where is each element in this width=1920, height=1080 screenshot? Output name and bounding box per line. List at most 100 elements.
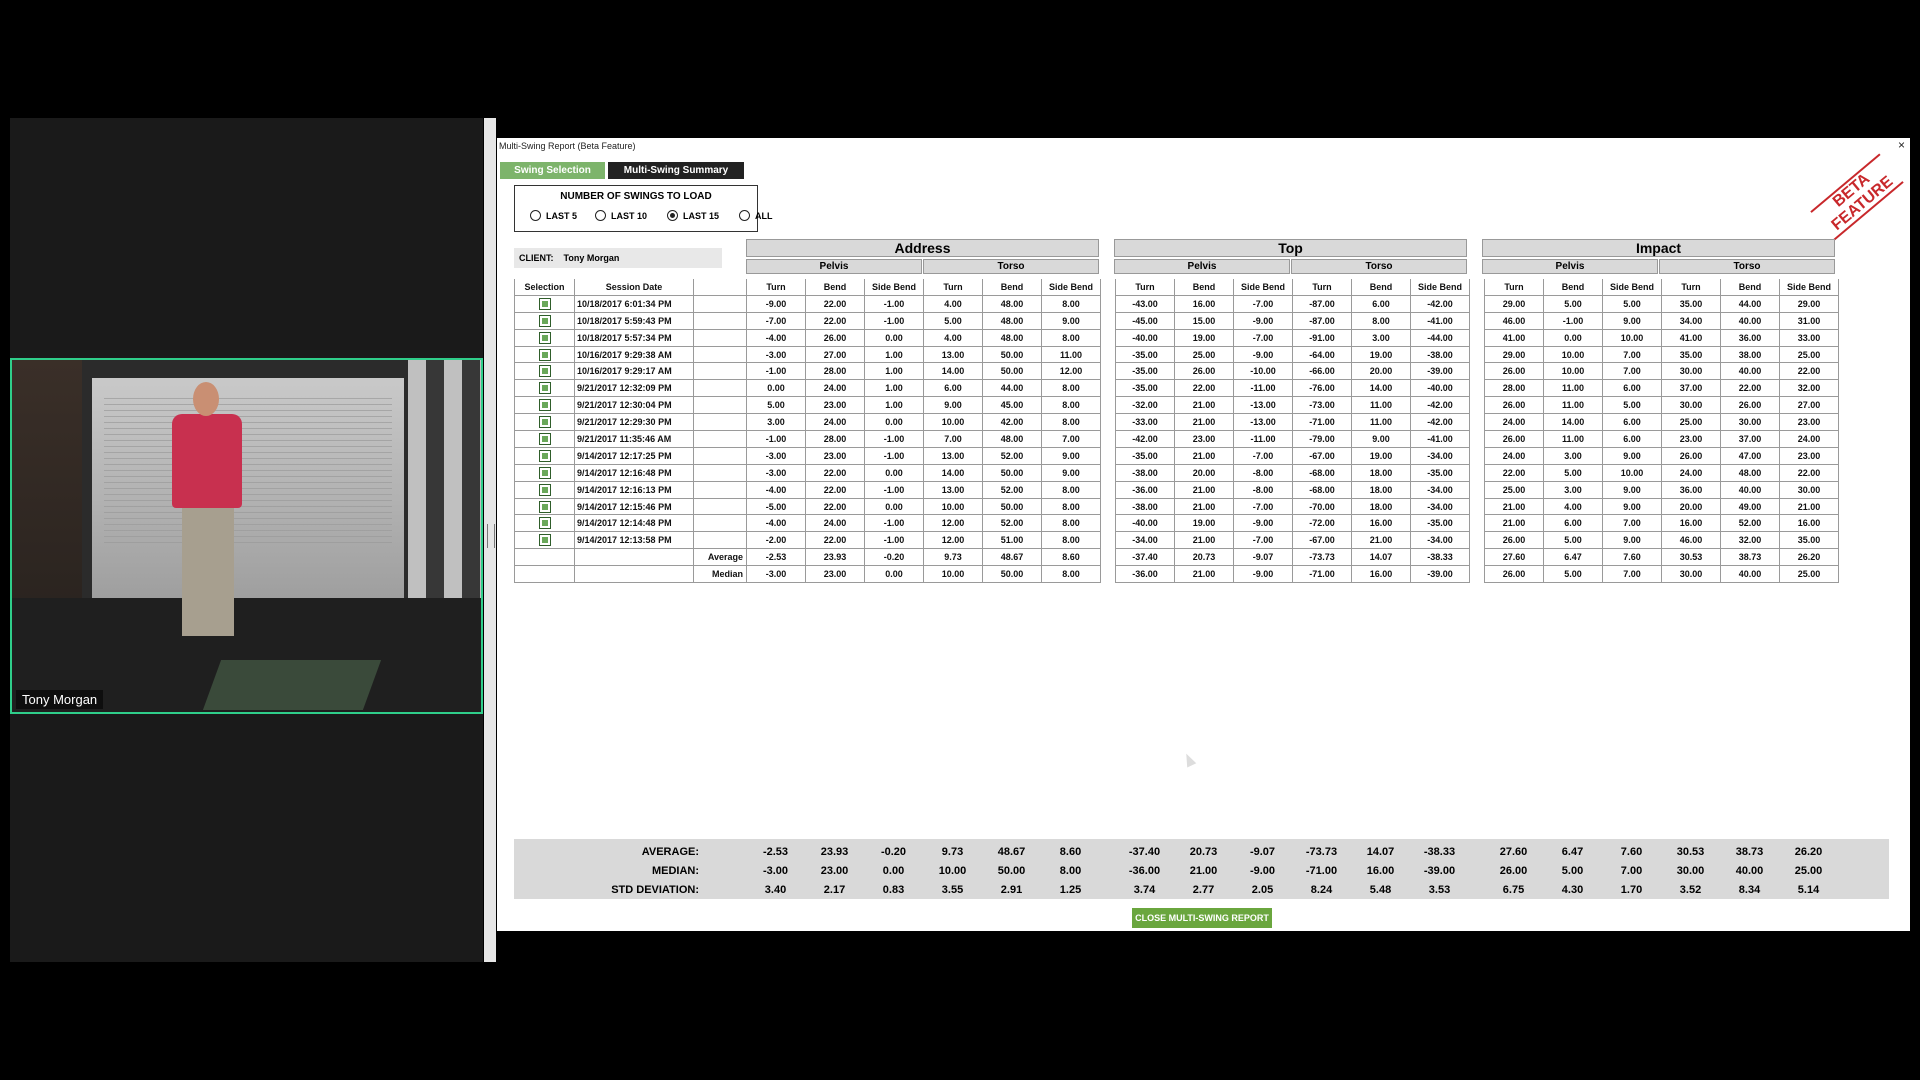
selection-cell[interactable] (514, 294, 575, 313)
summary-label: AVERAGE: (641, 846, 699, 858)
metric-value-cell: 14.00 (923, 463, 983, 482)
session-date-cell: 9/14/2017 12:13:58 PM (574, 531, 694, 550)
selection-cell[interactable] (514, 480, 575, 499)
checkbox-checked-icon[interactable] (538, 432, 551, 445)
metric-value-cell: 29.00 (1779, 294, 1839, 313)
checkbox-checked-icon[interactable] (538, 331, 551, 344)
metric-value-cell: 48.00 (982, 311, 1042, 330)
metric-value-cell: -2.00 (746, 531, 806, 550)
table-row: 9/14/2017 12:16:48 PM -3.00 22.00 0.00 14.00… (514, 463, 1839, 482)
metric-value-cell: -68.00 (1292, 480, 1352, 499)
metric-value-cell: -34.00 (1115, 531, 1175, 550)
metric-value-cell: -45.00 (1115, 311, 1175, 330)
metric-value-cell: 5.00 (1602, 396, 1662, 415)
selection-cell[interactable] (514, 396, 575, 415)
stat-value-cell: -39.00 (1410, 565, 1470, 584)
checkbox-checked-icon[interactable] (538, 365, 551, 378)
metric-value-cell: 41.00 (1484, 328, 1544, 347)
checkbox-checked-icon[interactable] (538, 500, 551, 513)
close-icon[interactable]: × (1898, 138, 1905, 152)
selection-cell[interactable] (514, 430, 575, 448)
checkbox-checked-icon[interactable] (538, 517, 551, 530)
stat-value-cell: 14.07 (1351, 548, 1411, 567)
selection-cell[interactable] (514, 311, 575, 330)
table-row: 9/21/2017 12:32:09 PM 0.00 24.00 1.00 6.00 44… (514, 379, 1839, 398)
checkbox-checked-icon[interactable] (538, 399, 551, 412)
metric-value-cell: 7.00 (1602, 345, 1662, 364)
metric-value-cell: -7.00 (1233, 328, 1293, 347)
metric-value-cell: -33.00 (1115, 413, 1175, 432)
metric-value-cell: 21.00 (1779, 497, 1839, 516)
summary-value: -36.00 (1128, 865, 1161, 877)
selection-cell[interactable] (514, 446, 575, 465)
table-row: 9/21/2017 12:29:30 PM 3.00 24.00 0.00 10.00 4… (514, 413, 1839, 432)
header-metric: Bend (1351, 279, 1411, 296)
divider-grip-icon[interactable] (487, 524, 495, 548)
close-multi-swing-report-button[interactable]: CLOSE MULTI-SWING REPORT (1132, 908, 1272, 928)
column-gap (1100, 295, 1116, 313)
metric-value-cell: 23.00 (1779, 446, 1839, 465)
stat-label-cell (693, 396, 747, 415)
column-gap (1469, 362, 1485, 380)
metric-value-cell: -1.00 (864, 294, 924, 313)
metric-value-cell: 4.00 (923, 328, 983, 347)
summary-value: -0.20 (880, 846, 907, 858)
selection-cell[interactable] (514, 463, 575, 482)
selection-cell[interactable] (514, 345, 575, 364)
metric-value-cell: -40.00 (1410, 379, 1470, 398)
metric-value-cell: 24.00 (805, 413, 865, 432)
checkbox-checked-icon[interactable] (538, 416, 551, 429)
metric-value-cell: 0.00 (864, 497, 924, 516)
metric-value-cell: 11.00 (1351, 396, 1411, 415)
checkbox-checked-icon[interactable] (538, 449, 551, 462)
selection-cell[interactable] (514, 531, 575, 550)
selection-cell[interactable] (514, 497, 575, 516)
column-gap (1100, 396, 1116, 414)
checkbox-checked-icon[interactable] (538, 382, 551, 395)
segment-header-impact-pelvis: Pelvis (1482, 259, 1658, 274)
metric-value-cell: 9.00 (1602, 446, 1662, 465)
checkbox-checked-icon[interactable] (538, 314, 551, 327)
radio-last-10[interactable]: LAST 10 (595, 210, 647, 221)
metric-value-cell: 8.00 (1041, 480, 1101, 499)
metric-value-cell: 22.00 (1174, 379, 1234, 398)
summary-value: 8.24 (1310, 884, 1333, 896)
selection-cell[interactable] (514, 379, 575, 398)
table-row: 9/14/2017 12:16:13 PM -4.00 22.00 -1.00 13.0… (514, 480, 1839, 499)
selection-cell[interactable] (514, 413, 575, 432)
stat-value-cell: -9.00 (1233, 565, 1293, 584)
selection-cell[interactable] (514, 514, 575, 533)
video-hitting-mat (202, 660, 382, 710)
checkbox-checked-icon[interactable] (538, 534, 551, 547)
phase-header-impact: Impact (1482, 239, 1835, 257)
selection-cell[interactable] (514, 328, 575, 347)
selection-cell[interactable] (514, 362, 575, 381)
metric-value-cell: -10.00 (1233, 362, 1293, 381)
blank-cell (574, 548, 694, 567)
checkbox-checked-icon[interactable] (538, 297, 551, 310)
tab-swing-selection[interactable]: Swing Selection (500, 162, 605, 179)
metric-value-cell: -43.00 (1115, 294, 1175, 313)
header-metric: Turn (1484, 279, 1544, 296)
metric-value-cell: 16.00 (1174, 294, 1234, 313)
summary-value: 27.60 (1499, 846, 1528, 858)
summary-value: -2.53 (762, 846, 789, 858)
tab-multi-swing-summary[interactable]: Multi-Swing Summary (608, 162, 744, 179)
panel-divider[interactable] (484, 118, 496, 962)
checkbox-checked-icon[interactable] (538, 466, 551, 479)
metric-value-cell: 13.00 (923, 446, 983, 465)
stat-value-cell: 8.00 (1041, 565, 1101, 584)
checkbox-checked-icon[interactable] (538, 483, 551, 496)
metric-value-cell: 20.00 (1661, 497, 1721, 516)
participant-video-tile[interactable]: Tony Morgan (10, 358, 483, 714)
radio-last-5[interactable]: LAST 5 (530, 210, 577, 221)
checkbox-checked-icon[interactable] (538, 348, 551, 361)
stat-value-cell: 8.60 (1041, 548, 1101, 567)
metric-value-cell: 5.00 (1543, 463, 1603, 482)
metric-value-cell: -42.00 (1115, 430, 1175, 448)
radio-last-15[interactable]: LAST 15 (667, 210, 719, 221)
metric-value-cell: 9.00 (1041, 311, 1101, 330)
radio-all[interactable]: ALL (739, 210, 773, 221)
metric-value-cell: -11.00 (1233, 379, 1293, 398)
session-date-cell: 10/18/2017 5:59:43 PM (574, 311, 694, 330)
